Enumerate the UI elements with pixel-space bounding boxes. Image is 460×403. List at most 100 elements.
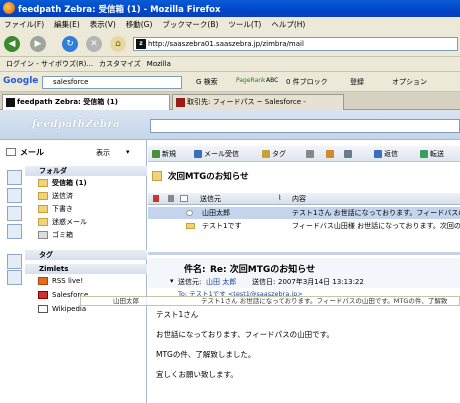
drag-preview-sender: 山田太郎 (113, 297, 139, 305)
zimbra-search-input[interactable] (150, 119, 460, 133)
conversation-title: 次回MTGのお知らせ (168, 172, 249, 182)
folders-section-header[interactable]: フォルダ (25, 166, 147, 176)
tag-column-icon[interactable] (168, 195, 174, 202)
stop-icon[interactable]: ✕ (86, 36, 102, 52)
calendar-sidetab-icon[interactable] (7, 206, 22, 221)
forward-button[interactable]: 転送 (420, 149, 444, 159)
folder-sent[interactable]: 送信済 (38, 191, 73, 202)
print-icon (344, 150, 352, 158)
row-content: テスト1さん お世話になっております。フィードバスの (292, 209, 460, 217)
menu-file[interactable]: ファイル(F) (4, 19, 44, 30)
pagerank-button[interactable]: PageRank (236, 77, 266, 84)
left-navigation-pane: メール 表示 ▾ フォルダ 受信箱 (1) 送信済 下書き 迷惑メール ゴミ箱 … (0, 140, 147, 403)
bookmark-customize[interactable]: カスタマイズ (99, 59, 141, 69)
zimlets-section-header[interactable]: Zimlets (25, 264, 147, 274)
tags-section-header[interactable]: タグ (25, 250, 147, 260)
forward-arrow-icon[interactable]: ▶ (30, 36, 46, 52)
options-button[interactable]: オプション (392, 77, 427, 87)
inbox-folder-icon (38, 179, 48, 187)
new-icon (152, 150, 160, 158)
firefox-icon (3, 2, 15, 14)
menu-help[interactable]: ヘルプ(H) (271, 19, 305, 30)
salesforce-icon (38, 291, 48, 299)
drafts-folder-icon (38, 205, 48, 213)
tab-strip: feedpath Zebra: 受信箱 (1) 取引先: フィードパス ~ Sa… (0, 92, 460, 120)
url-text: http://saaszebra01.saaszebra.jp/zimbra/m… (148, 40, 304, 48)
reply-icon (374, 150, 382, 158)
tab-zebra-inbox[interactable]: feedpath Zebra: 受信箱 (1) (2, 94, 170, 110)
folder-inbox[interactable]: 受信箱 (1) (38, 178, 87, 189)
receive-mail-button[interactable]: メール受信 (194, 149, 239, 159)
salesforce-favicon-icon (176, 98, 185, 107)
reply-button[interactable]: 返信 (374, 149, 398, 159)
view-menu-button[interactable]: 表示 (96, 148, 110, 158)
google-search-value: salesforce (53, 78, 89, 86)
row-content: フィードバス山田様 お世話になっております。次回の (292, 222, 460, 230)
from-name[interactable]: 山田 太郎 (206, 277, 236, 287)
mail-sidetab-icon[interactable] (7, 170, 22, 185)
message-row[interactable]: 山田太郎 テスト1さん お世話になっております。フィードバスの (148, 207, 460, 219)
google-search-input[interactable]: salesforce (42, 76, 182, 89)
new-button[interactable]: 新規 (152, 149, 176, 159)
popup-block-button[interactable]: 0 件ブロック (286, 77, 328, 87)
register-button[interactable]: 登録 (350, 77, 364, 87)
tag-button[interactable]: タグ (262, 149, 286, 159)
menu-view[interactable]: 表示(V) (90, 19, 116, 30)
envelope-icon (6, 148, 16, 156)
from-label: 送信元: (178, 278, 202, 286)
window-title: feedpath Zebra: 受信箱 (1) - Mozilla Firefo… (18, 4, 221, 15)
menu-bookmarks[interactable]: ブックマーク(B) (162, 19, 218, 30)
folder-move-icon (326, 150, 334, 158)
menu-tools[interactable]: ツール(T) (228, 19, 261, 30)
column-content[interactable]: 内容 (292, 194, 306, 204)
delete-icon (306, 150, 314, 158)
message-row[interactable]: テスト1です フィードバス山田様 お世話になっております。次回の (148, 220, 460, 232)
row-sender: テスト1です (202, 222, 242, 230)
forward-icon (420, 150, 428, 158)
drag-preview-content: テスト1さん お世話になっております。フィードパスの山田です。MTGの件、了解致 (201, 297, 448, 305)
read-status-icon (186, 210, 193, 216)
sent-status-icon (186, 223, 195, 229)
menu-go[interactable]: 移動(G) (126, 19, 153, 30)
wikipedia-icon (38, 305, 48, 313)
back-arrow-icon[interactable]: ◀ (4, 36, 20, 52)
reload-icon[interactable]: ↻ (62, 36, 78, 52)
zimlet-wikipedia[interactable]: Wikipedia (38, 304, 86, 315)
feedpath-zebra-logo: feedpathZebra (32, 119, 121, 130)
message-body: テスト1さん お世話になっております、フィードパスの山田です。 MTGの件、了解… (156, 310, 456, 380)
google-search-button[interactable]: G 検索 (196, 77, 218, 87)
spellcheck-button[interactable]: ABC (266, 77, 278, 84)
folder-drafts[interactable]: 下書き (38, 204, 73, 215)
message-subject: Re: 次回MTGのお知らせ (210, 265, 316, 275)
home-icon[interactable]: ⌂ (110, 36, 126, 52)
bookmark-mozilla[interactable]: Mozilla (147, 60, 171, 68)
tab-salesforce[interactable]: 取引先: フィードパス ~ Salesforce - Develop... (172, 94, 344, 120)
body-line: お世話になっております、フィードパスの山田です。 (156, 330, 334, 339)
status-column-icon[interactable] (180, 195, 188, 202)
addressbook-sidetab-icon[interactable] (7, 188, 22, 203)
folder-trash[interactable]: ゴミ箱 (38, 230, 73, 241)
folder-junk[interactable]: 迷惑メール (38, 217, 87, 228)
bookmark-cybozu[interactable]: ログイン - サイボウズ(R)... (6, 59, 93, 69)
zimlet-rss-live[interactable]: RSS live! (38, 276, 83, 287)
chevron-down-icon[interactable]: ▾ (126, 148, 130, 156)
url-bar[interactable]: z http://saaszebra01.saaszebra.jp/zimbra… (133, 37, 458, 51)
body-line: 宜しくお願い致します。 (156, 370, 238, 379)
pane-splitter[interactable] (148, 252, 460, 255)
mail-app-label[interactable]: メール (20, 147, 44, 158)
menu-edit[interactable]: 編集(E) (54, 19, 80, 30)
flag-column-icon[interactable] (153, 195, 159, 202)
body-line: MTGの件、了解致しました。 (156, 350, 256, 359)
window-title-bar: feedpath Zebra: 受信箱 (1) - Mozilla Firefo… (0, 0, 460, 17)
settings-sidetab-icon[interactable] (7, 270, 22, 285)
expand-icon[interactable]: ▾ (170, 277, 174, 285)
attachment-column-icon[interactable]: ⌇ (278, 194, 281, 202)
help-sidetab-icon[interactable] (7, 254, 22, 269)
message-date: 2007年3月14日 13:13:22 (278, 278, 364, 286)
rss-icon (38, 277, 48, 285)
column-sender[interactable]: 送信元 (200, 194, 221, 204)
menu-bar: ファイル(F) 編集(E) 表示(V) 移動(G) ブックマーク(B) ツール(… (0, 17, 460, 31)
notes-sidetab-icon[interactable] (7, 224, 22, 239)
row-sender: 山田太郎 (202, 209, 230, 217)
body-line: テスト1さん (156, 310, 199, 319)
